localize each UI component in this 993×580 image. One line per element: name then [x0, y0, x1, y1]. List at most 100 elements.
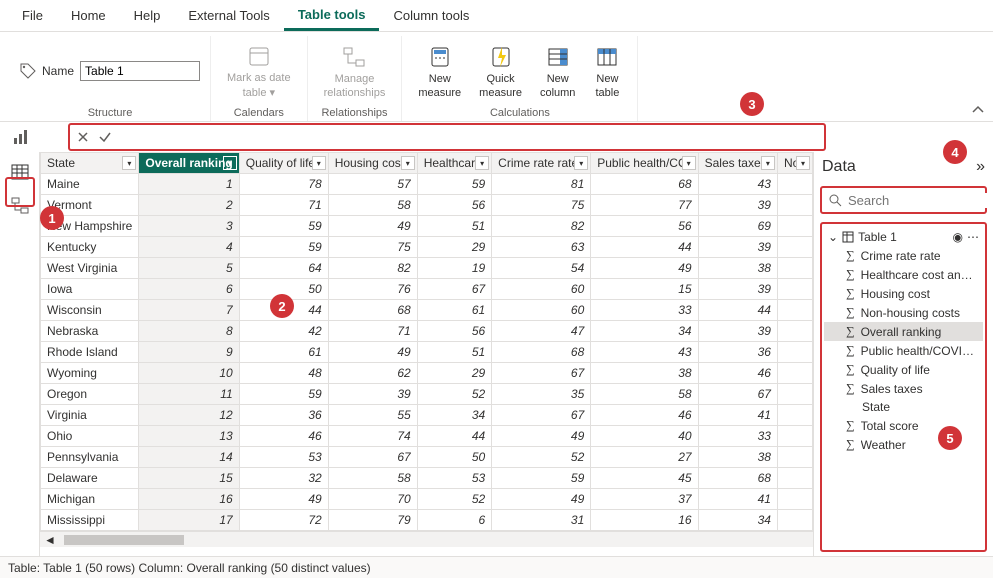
cell-value[interactable]: 75: [492, 195, 591, 216]
table-row[interactable]: Oregon11593952355867: [41, 384, 813, 405]
cell-value[interactable]: 31: [492, 510, 591, 531]
cell-value[interactable]: 44: [698, 300, 777, 321]
cell-value[interactable]: 27: [591, 447, 698, 468]
column-filter-icon[interactable]: ▾: [574, 156, 588, 170]
field-item[interactable]: ∑Non-housing costs: [824, 303, 983, 322]
cell-state[interactable]: Pennsylvania: [41, 447, 139, 468]
cell-value[interactable]: 3: [139, 216, 239, 237]
cell-value[interactable]: 32: [239, 468, 328, 489]
table-node[interactable]: ⌄ Table 1 ◉ ⋯: [824, 228, 983, 246]
cell-value[interactable]: 57: [328, 174, 417, 195]
cell-value[interactable]: 19: [417, 258, 491, 279]
expand-pane-icon[interactable]: »: [976, 158, 985, 176]
cell-value[interactable]: 56: [417, 195, 491, 216]
cell-value[interactable]: 47: [492, 321, 591, 342]
field-item[interactable]: State: [824, 398, 983, 416]
column-header[interactable]: State▾: [41, 153, 139, 174]
cell-state[interactable]: Iowa: [41, 279, 139, 300]
mark-as-date-button[interactable]: Mark as date table ▾: [221, 38, 297, 103]
table-row[interactable]: Kentucky4597529634439: [41, 237, 813, 258]
cell-value[interactable]: 53: [239, 447, 328, 468]
column-header[interactable]: Housing cost▾: [328, 153, 417, 174]
cell-value[interactable]: 62: [328, 363, 417, 384]
cell-value[interactable]: 79: [328, 510, 417, 531]
visibility-icon[interactable]: ◉: [953, 230, 963, 244]
cell-value[interactable]: 46: [591, 405, 698, 426]
cell-value[interactable]: 49: [328, 216, 417, 237]
more-icon[interactable]: ⋯: [967, 230, 979, 244]
cell-state[interactable]: Oregon: [41, 384, 139, 405]
cell-value[interactable]: 41: [698, 405, 777, 426]
cell-value[interactable]: 52: [417, 384, 491, 405]
cell-value[interactable]: 52: [417, 489, 491, 510]
cell-value[interactable]: 49: [492, 426, 591, 447]
table-row[interactable]: Maine1785759816843: [41, 174, 813, 195]
cell-value[interactable]: 71: [328, 321, 417, 342]
cell-value[interactable]: 77: [591, 195, 698, 216]
cell-value[interactable]: 68: [328, 300, 417, 321]
cell-value[interactable]: 58: [591, 384, 698, 405]
tab-file[interactable]: File: [8, 2, 57, 29]
cell-value[interactable]: 60: [492, 279, 591, 300]
collapse-ribbon-icon[interactable]: [971, 103, 985, 117]
column-header[interactable]: Crime rate rate▾: [492, 153, 591, 174]
column-filter-icon[interactable]: ▾: [761, 156, 775, 170]
report-view-icon[interactable]: [12, 128, 30, 146]
cell-value[interactable]: 82: [492, 216, 591, 237]
cell-value[interactable]: 29: [417, 237, 491, 258]
cell-value[interactable]: 54: [492, 258, 591, 279]
cell-value[interactable]: 76: [328, 279, 417, 300]
cell-value[interactable]: 36: [698, 342, 777, 363]
cell-value[interactable]: 49: [492, 489, 591, 510]
cell-value[interactable]: 43: [698, 174, 777, 195]
table-row[interactable]: Pennsylvania14536750522738: [41, 447, 813, 468]
cell-value[interactable]: 78: [239, 174, 328, 195]
data-grid[interactable]: State▾Overall ranking▾Quality of life▾Ho…: [40, 152, 813, 556]
cell-value[interactable]: 41: [698, 489, 777, 510]
cell-value[interactable]: 6: [417, 510, 491, 531]
cell-value[interactable]: 33: [698, 426, 777, 447]
cell-value[interactable]: 44: [417, 426, 491, 447]
cell-state[interactable]: Delaware: [41, 468, 139, 489]
cell-value[interactable]: 71: [239, 195, 328, 216]
cell-value[interactable]: 16: [139, 489, 239, 510]
column-header[interactable]: Quality of life▾: [239, 153, 328, 174]
cell-state[interactable]: Nebraska: [41, 321, 139, 342]
cell-value[interactable]: 43: [591, 342, 698, 363]
table-row[interactable]: Ohio13467444494033: [41, 426, 813, 447]
cell-state[interactable]: Maine: [41, 174, 139, 195]
cell-value[interactable]: 59: [239, 216, 328, 237]
cell-value[interactable]: 74: [328, 426, 417, 447]
field-item[interactable]: ∑Overall ranking: [824, 322, 983, 341]
cell-value[interactable]: 14: [139, 447, 239, 468]
cell-value[interactable]: 68: [591, 174, 698, 195]
field-item[interactable]: ∑Public health/COVID...: [824, 341, 983, 360]
table-row[interactable]: New Hampshire3594951825669: [41, 216, 813, 237]
horizontal-scrollbar[interactable]: ◄: [40, 531, 813, 547]
cell-value[interactable]: 63: [492, 237, 591, 258]
cell-value[interactable]: 53: [417, 468, 491, 489]
cell-value[interactable]: 11: [139, 384, 239, 405]
cell-value[interactable]: 15: [139, 468, 239, 489]
cell-value[interactable]: 6: [139, 279, 239, 300]
cell-value[interactable]: 49: [328, 342, 417, 363]
cell-state[interactable]: Michigan: [41, 489, 139, 510]
tab-table-tools[interactable]: Table tools: [284, 1, 380, 31]
cell-value[interactable]: 58: [328, 195, 417, 216]
cell-value[interactable]: 39: [698, 195, 777, 216]
tab-column-tools[interactable]: Column tools: [379, 2, 483, 29]
cell-value[interactable]: 51: [417, 342, 491, 363]
cell-value[interactable]: 45: [591, 468, 698, 489]
cell-value[interactable]: 34: [417, 405, 491, 426]
field-item[interactable]: ∑Housing cost: [824, 284, 983, 303]
cell-value[interactable]: 48: [239, 363, 328, 384]
cell-value[interactable]: 72: [239, 510, 328, 531]
cell-value[interactable]: 64: [239, 258, 328, 279]
tab-home[interactable]: Home: [57, 2, 120, 29]
table-row[interactable]: Iowa6507667601539: [41, 279, 813, 300]
cell-value[interactable]: 38: [698, 258, 777, 279]
field-item[interactable]: ∑Crime rate rate: [824, 246, 983, 265]
table-row[interactable]: Rhode Island9614951684336: [41, 342, 813, 363]
new-table-button[interactable]: New table: [587, 39, 627, 103]
cell-value[interactable]: 58: [328, 468, 417, 489]
